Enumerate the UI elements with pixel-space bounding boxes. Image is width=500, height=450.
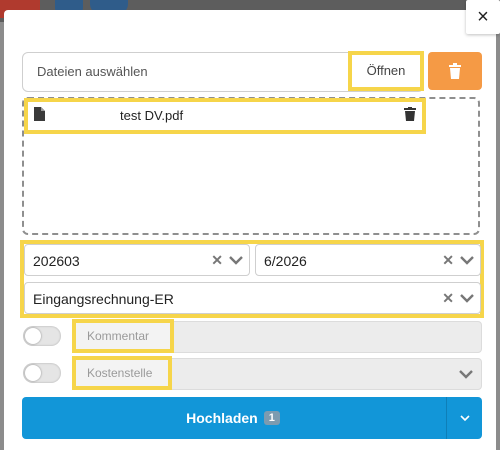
file-select-placeholder: Dateien auswählen	[37, 64, 148, 79]
clear-files-button[interactable]	[428, 52, 482, 90]
chevron-down-icon[interactable]	[229, 255, 243, 265]
trash-icon[interactable]	[404, 107, 416, 121]
file-icon	[34, 107, 45, 121]
chevron-down-icon	[459, 370, 473, 379]
clear-icon[interactable]: ✕	[442, 252, 454, 268]
month-select[interactable]: 6/2026 ✕	[255, 244, 481, 276]
file-list-item: test DV.pdf	[24, 98, 426, 134]
cost-center-toggle[interactable]	[23, 363, 61, 383]
close-icon: ×	[477, 6, 489, 28]
file-name: test DV.pdf	[120, 108, 184, 123]
toggle-knob	[25, 365, 41, 381]
open-button[interactable]: Öffnen	[348, 51, 424, 91]
chevron-down-icon	[460, 414, 470, 421]
upload-count-badge: 1	[263, 411, 280, 425]
chevron-down-icon[interactable]	[460, 255, 474, 265]
comment-placeholder: Kommentar	[72, 319, 174, 353]
document-type-value: Eingangsrechnung-ER	[33, 291, 174, 307]
toggle-knob	[25, 328, 41, 344]
upload-options-button[interactable]	[446, 397, 483, 439]
upload-label: Hochladen	[186, 410, 258, 426]
upload-button[interactable]: Hochladen 1	[22, 397, 482, 439]
period-select[interactable]: 202603 ✕	[24, 244, 250, 276]
clear-icon[interactable]: ✕	[442, 290, 454, 306]
cost-center-placeholder: Kostenstelle	[72, 356, 172, 390]
close-button[interactable]: ×	[466, 0, 500, 34]
document-type-select[interactable]: Eingangsrechnung-ER ✕	[24, 282, 481, 314]
upload-label-group: Hochladen 1	[22, 397, 444, 439]
month-value: 6/2026	[264, 253, 307, 269]
clear-icon[interactable]: ✕	[211, 252, 223, 268]
chevron-down-icon[interactable]	[460, 293, 474, 303]
trash-icon	[449, 63, 461, 79]
period-value: 202603	[33, 253, 80, 269]
comment-toggle[interactable]	[23, 326, 61, 346]
